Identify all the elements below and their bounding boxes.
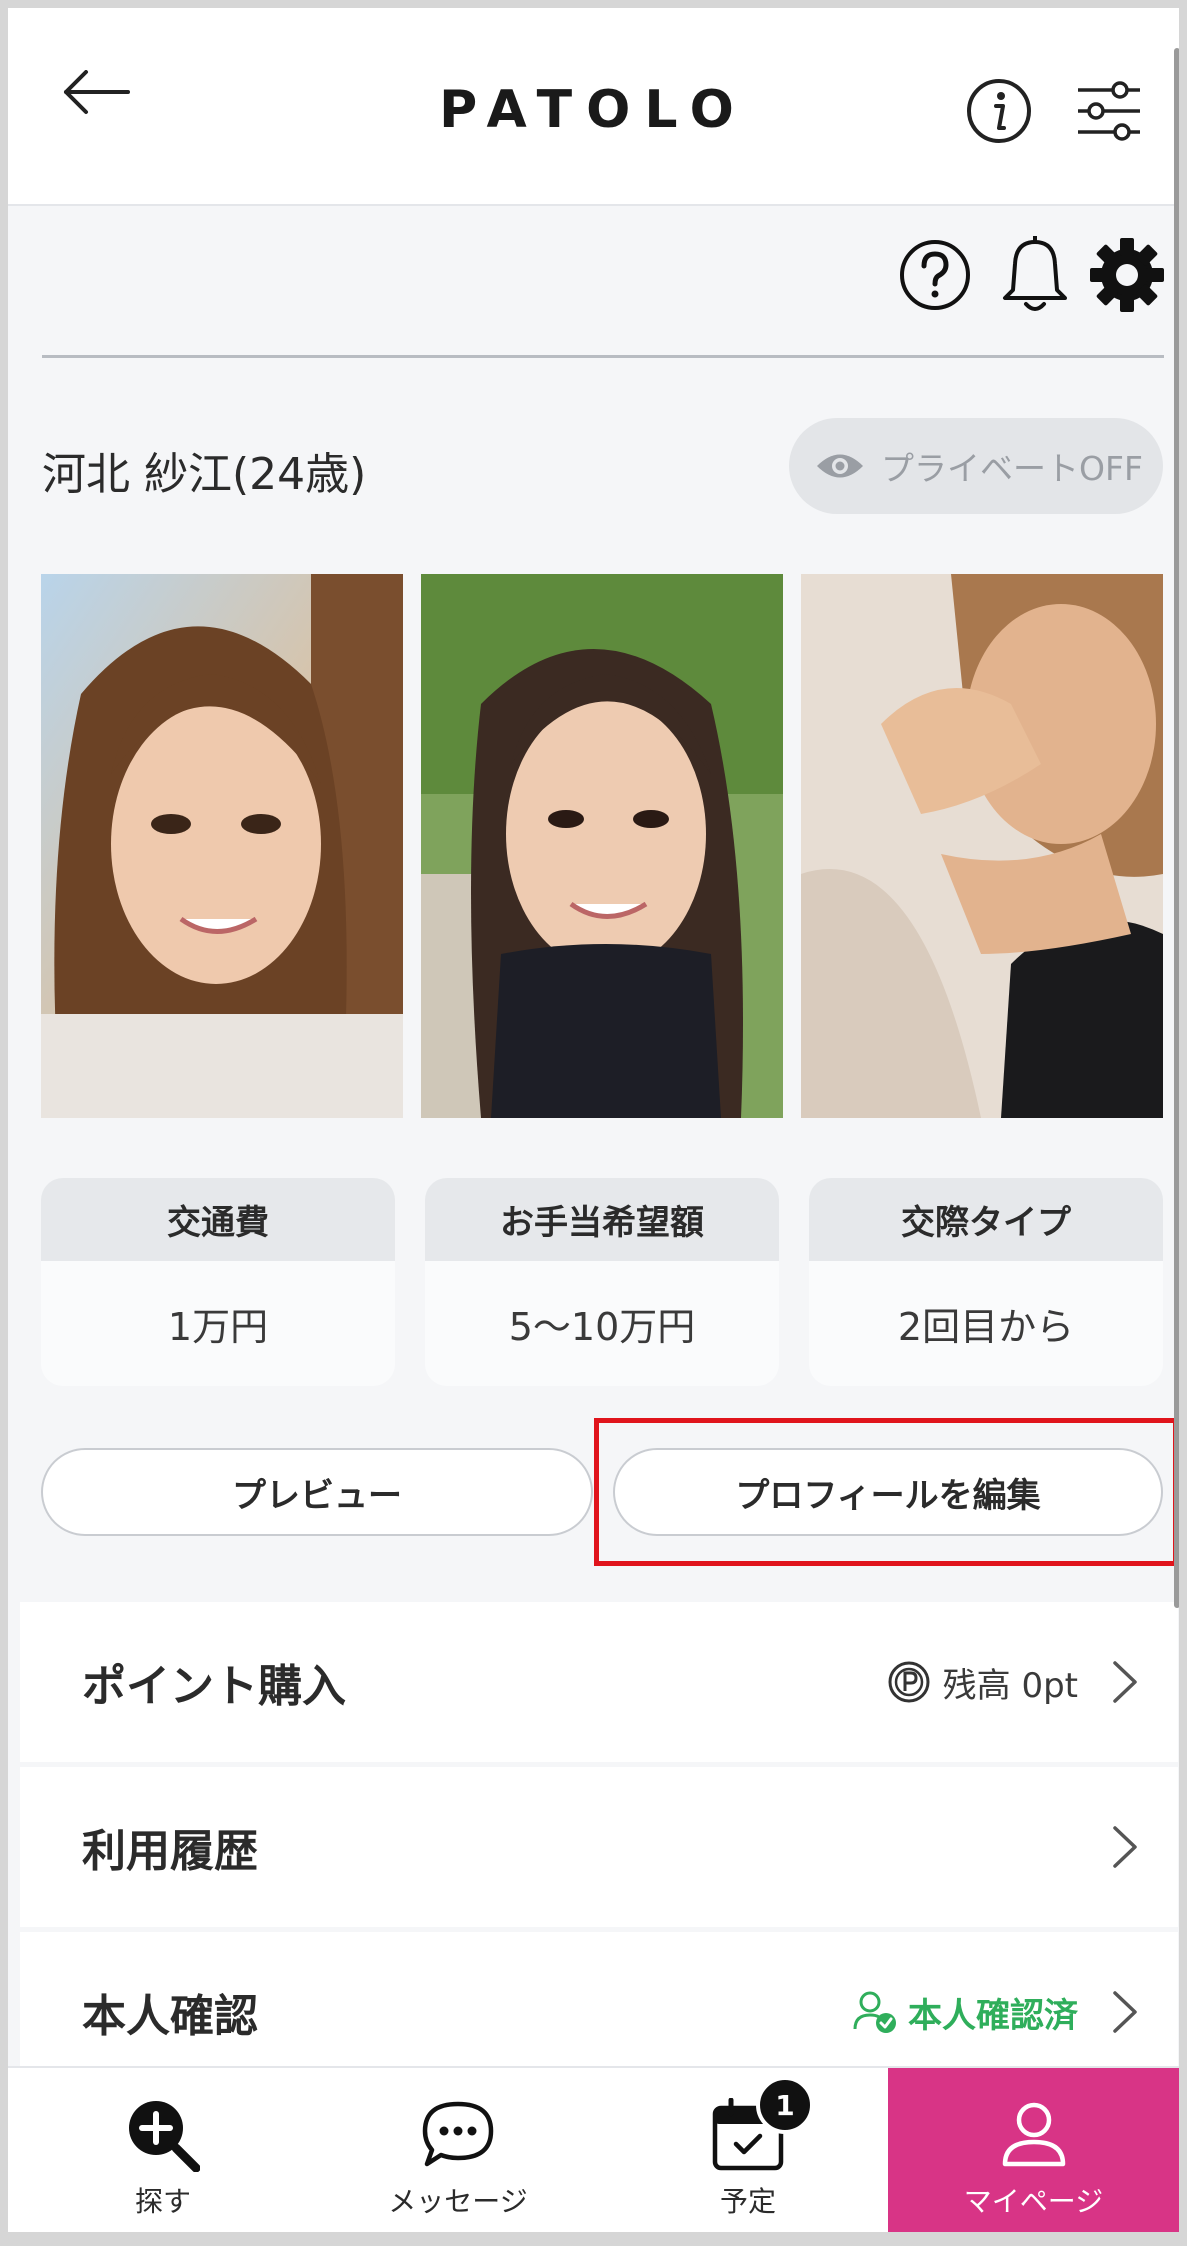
chevron-right-icon (1113, 1661, 1137, 1703)
profile-name: 河北 紗江(24歳) (42, 449, 367, 500)
nav-search[interactable]: 探す (88, 2068, 238, 2232)
settings-button[interactable] (1088, 236, 1166, 314)
info-card-value: 2回目から (897, 1305, 1075, 1349)
info-icon (967, 79, 1031, 143)
app-frame: PATOLO 河北 紗江(24歳) プライベートOFF 交通費 1万円 お手当希… (0, 0, 1187, 2246)
schedule-badge: 1 (756, 2076, 814, 2134)
private-mode-toggle[interactable]: プライベートOFF (789, 418, 1163, 514)
info-card-value: 5〜10万円 (508, 1305, 696, 1349)
info-card-value: 1万円 (167, 1305, 269, 1349)
info-card-title: 交通費 (41, 1178, 395, 1261)
info-card-title: お手当希望額 (425, 1178, 779, 1261)
point-coin-icon (888, 1661, 930, 1703)
menu-row-label: ポイント購入 (82, 1661, 346, 1712)
info-card-allowance: お手当希望額 5〜10万円 (425, 1178, 779, 1386)
bottom-navigation: 探す メッセージ 予定 マイページ (8, 2066, 1179, 2232)
nav-mypage-label: マイページ (963, 2185, 1104, 2218)
highlight-box (594, 1418, 1178, 1566)
info-button[interactable] (966, 78, 1032, 144)
user-check-icon (853, 1991, 896, 2033)
info-card-transport: 交通費 1万円 (41, 1178, 395, 1386)
help-button[interactable] (898, 238, 972, 312)
question-icon (900, 240, 970, 310)
menu-row-label: 本人確認 (82, 1991, 258, 2042)
sliders-icon (1078, 81, 1140, 141)
eye-icon (817, 454, 863, 478)
profile-photo-1[interactable] (41, 574, 403, 1118)
filter-settings-button[interactable] (1076, 78, 1142, 144)
nav-messages-label: メッセージ (388, 2185, 528, 2218)
verification-status: 本人確認済 (852, 1988, 1078, 2037)
nav-search-label: 探す (134, 2185, 191, 2218)
nav-schedule-label: 予定 (719, 2185, 776, 2218)
user-icon (1002, 2102, 1065, 2167)
preview-button[interactable]: プレビュー (41, 1448, 593, 1536)
bell-icon (1003, 236, 1067, 311)
chat-bubble-icon (422, 2101, 494, 2167)
scrollbar[interactable] (1174, 48, 1179, 1608)
info-card-title: 交際タイプ (809, 1178, 1163, 1261)
menu-row-label: 利用履歴 (82, 1826, 258, 1877)
points-balance-text: 残高 0pt (942, 1665, 1078, 1706)
menu-row-points[interactable]: ポイント購入 残高 0pt (20, 1602, 1178, 1762)
chevron-right-icon (1113, 1826, 1137, 1868)
top-app-bar: PATOLO (8, 8, 1179, 206)
zoom-in-icon (129, 2101, 200, 2172)
profile-photo-2[interactable] (421, 574, 783, 1118)
gear-icon (1090, 238, 1164, 312)
verification-status-text: 本人確認済 (908, 1995, 1078, 2036)
menu-row-history[interactable]: 利用履歴 (20, 1767, 1178, 1927)
section-divider (42, 355, 1164, 358)
private-mode-label: プライベートOFF (881, 449, 1143, 488)
info-card-relationship-type: 交際タイプ 2回目から (809, 1178, 1163, 1386)
nav-mypage[interactable]: マイページ (888, 2068, 1179, 2232)
chevron-right-icon (1113, 1991, 1137, 2033)
profile-photo-3[interactable] (801, 574, 1163, 1118)
nav-messages[interactable]: メッセージ (368, 2068, 548, 2232)
points-balance: 残高 0pt (887, 1658, 1078, 1707)
notifications-button[interactable] (998, 234, 1072, 314)
